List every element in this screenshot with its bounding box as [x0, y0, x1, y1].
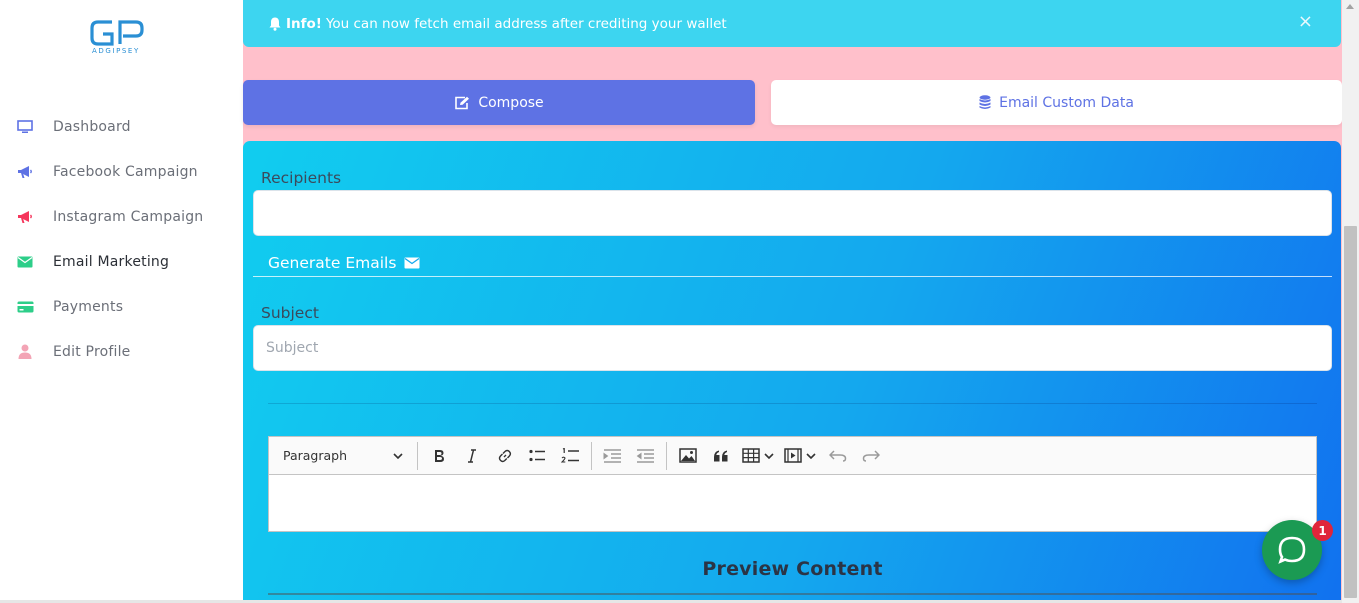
compose-label: Compose	[478, 94, 544, 111]
generate-emails-label: Generate Emails	[268, 254, 397, 272]
toolbar-separator	[417, 441, 418, 470]
redo-button[interactable]	[854, 441, 887, 471]
redo-icon	[862, 449, 880, 462]
chevron-down-icon	[806, 452, 816, 459]
insert-table-button[interactable]	[737, 441, 779, 471]
info-alert: Info! You can now fetch email address af…	[243, 0, 1341, 47]
envelope-icon	[16, 253, 34, 271]
recipients-label: Recipients	[261, 169, 342, 187]
divider	[253, 276, 1332, 277]
italic-button[interactable]	[455, 441, 488, 471]
chevron-down-icon	[393, 452, 403, 459]
subject-input[interactable]	[254, 326, 1331, 370]
undo-icon	[828, 449, 846, 462]
numbered-list-button[interactable]	[554, 441, 587, 471]
scrollbar-thumb[interactable]	[1344, 226, 1357, 598]
editor-content-area[interactable]	[269, 475, 1316, 531]
link-button[interactable]	[488, 441, 521, 471]
monitor-icon	[16, 118, 34, 136]
bell-icon	[269, 17, 281, 31]
bold-icon	[434, 449, 444, 462]
bulleted-list-icon	[529, 449, 545, 462]
credit-card-icon	[16, 298, 34, 316]
paragraph-select[interactable]: Paragraph	[273, 441, 413, 471]
sidebar-item-payments[interactable]: Payments	[0, 284, 243, 329]
sidebar-item-facebook-campaign[interactable]: Facebook Campaign	[0, 149, 243, 194]
megaphone-icon	[16, 163, 34, 181]
sidebar-item-label: Dashboard	[53, 118, 131, 135]
undo-button[interactable]	[821, 441, 854, 471]
alert-title: Info!	[286, 15, 322, 32]
sidebar-item-label: Email Marketing	[53, 253, 170, 270]
chat-notification-badge: 1	[1312, 520, 1333, 541]
user-icon	[16, 343, 34, 361]
sidebar: ADGIPSEY Dashboard Facebook Campaign Ins…	[0, 0, 243, 603]
toolbar-separator	[591, 441, 592, 470]
subject-label: Subject	[261, 304, 319, 322]
edit-icon	[455, 96, 470, 109]
compose-button[interactable]: Compose	[243, 80, 755, 125]
indent-button[interactable]	[596, 441, 629, 471]
insert-media-button[interactable]	[779, 441, 821, 471]
outdent-icon	[636, 448, 654, 463]
sidebar-item-label: Facebook Campaign	[53, 163, 198, 180]
sidebar-nav: Dashboard Facebook Campaign Instagram Ca…	[0, 104, 243, 374]
block-quote-button[interactable]	[704, 441, 737, 471]
brand-name: ADGIPSEY	[92, 47, 140, 55]
alert-message: You can now fetch email address after cr…	[325, 15, 727, 32]
outdent-button[interactable]	[629, 441, 662, 471]
divider	[268, 403, 1317, 404]
sidebar-item-label: Edit Profile	[53, 343, 131, 360]
insert-image-button[interactable]	[671, 441, 704, 471]
italic-icon	[467, 448, 476, 463]
editor-toolbar: Paragraph	[269, 437, 1316, 475]
quote-icon	[713, 450, 727, 461]
preview-content-heading: Preview Content	[702, 558, 883, 580]
envelope-icon	[404, 257, 420, 269]
media-icon	[784, 448, 802, 463]
email-custom-data-button[interactable]: Email Custom Data	[771, 80, 1342, 125]
paragraph-select-value: Paragraph	[283, 448, 348, 463]
sidebar-item-label: Instagram Campaign	[53, 208, 204, 225]
megaphone-icon	[16, 208, 34, 226]
sidebar-item-dashboard[interactable]: Dashboard	[0, 104, 243, 149]
sidebar-item-email-marketing[interactable]: Email Marketing	[0, 239, 243, 284]
rich-text-editor: Paragraph	[268, 436, 1317, 532]
close-icon[interactable]: ×	[1298, 11, 1313, 32]
scroll-up-arrow-icon[interactable]	[1346, 4, 1354, 9]
bold-button[interactable]	[422, 441, 455, 471]
toolbar-separator	[666, 441, 667, 470]
link-icon	[498, 449, 511, 462]
subject-input-wrapper	[253, 325, 1332, 371]
chevron-down-icon	[764, 452, 774, 459]
divider	[268, 593, 1317, 595]
database-icon	[979, 95, 991, 109]
sidebar-item-instagram-campaign[interactable]: Instagram Campaign	[0, 194, 243, 239]
recipients-input[interactable]	[254, 191, 1331, 235]
bulleted-list-button[interactable]	[521, 441, 554, 471]
chat-bubble-icon	[1278, 536, 1306, 564]
sidebar-item-label: Payments	[53, 298, 124, 315]
image-icon	[678, 448, 697, 463]
email-custom-data-label: Email Custom Data	[999, 94, 1134, 111]
recipients-input-wrapper	[253, 190, 1332, 236]
numbered-list-icon	[561, 447, 579, 463]
indent-icon	[603, 448, 621, 463]
table-icon	[742, 448, 760, 463]
sidebar-item-edit-profile[interactable]: Edit Profile	[0, 329, 243, 374]
generate-emails-button[interactable]: Generate Emails	[268, 254, 420, 272]
